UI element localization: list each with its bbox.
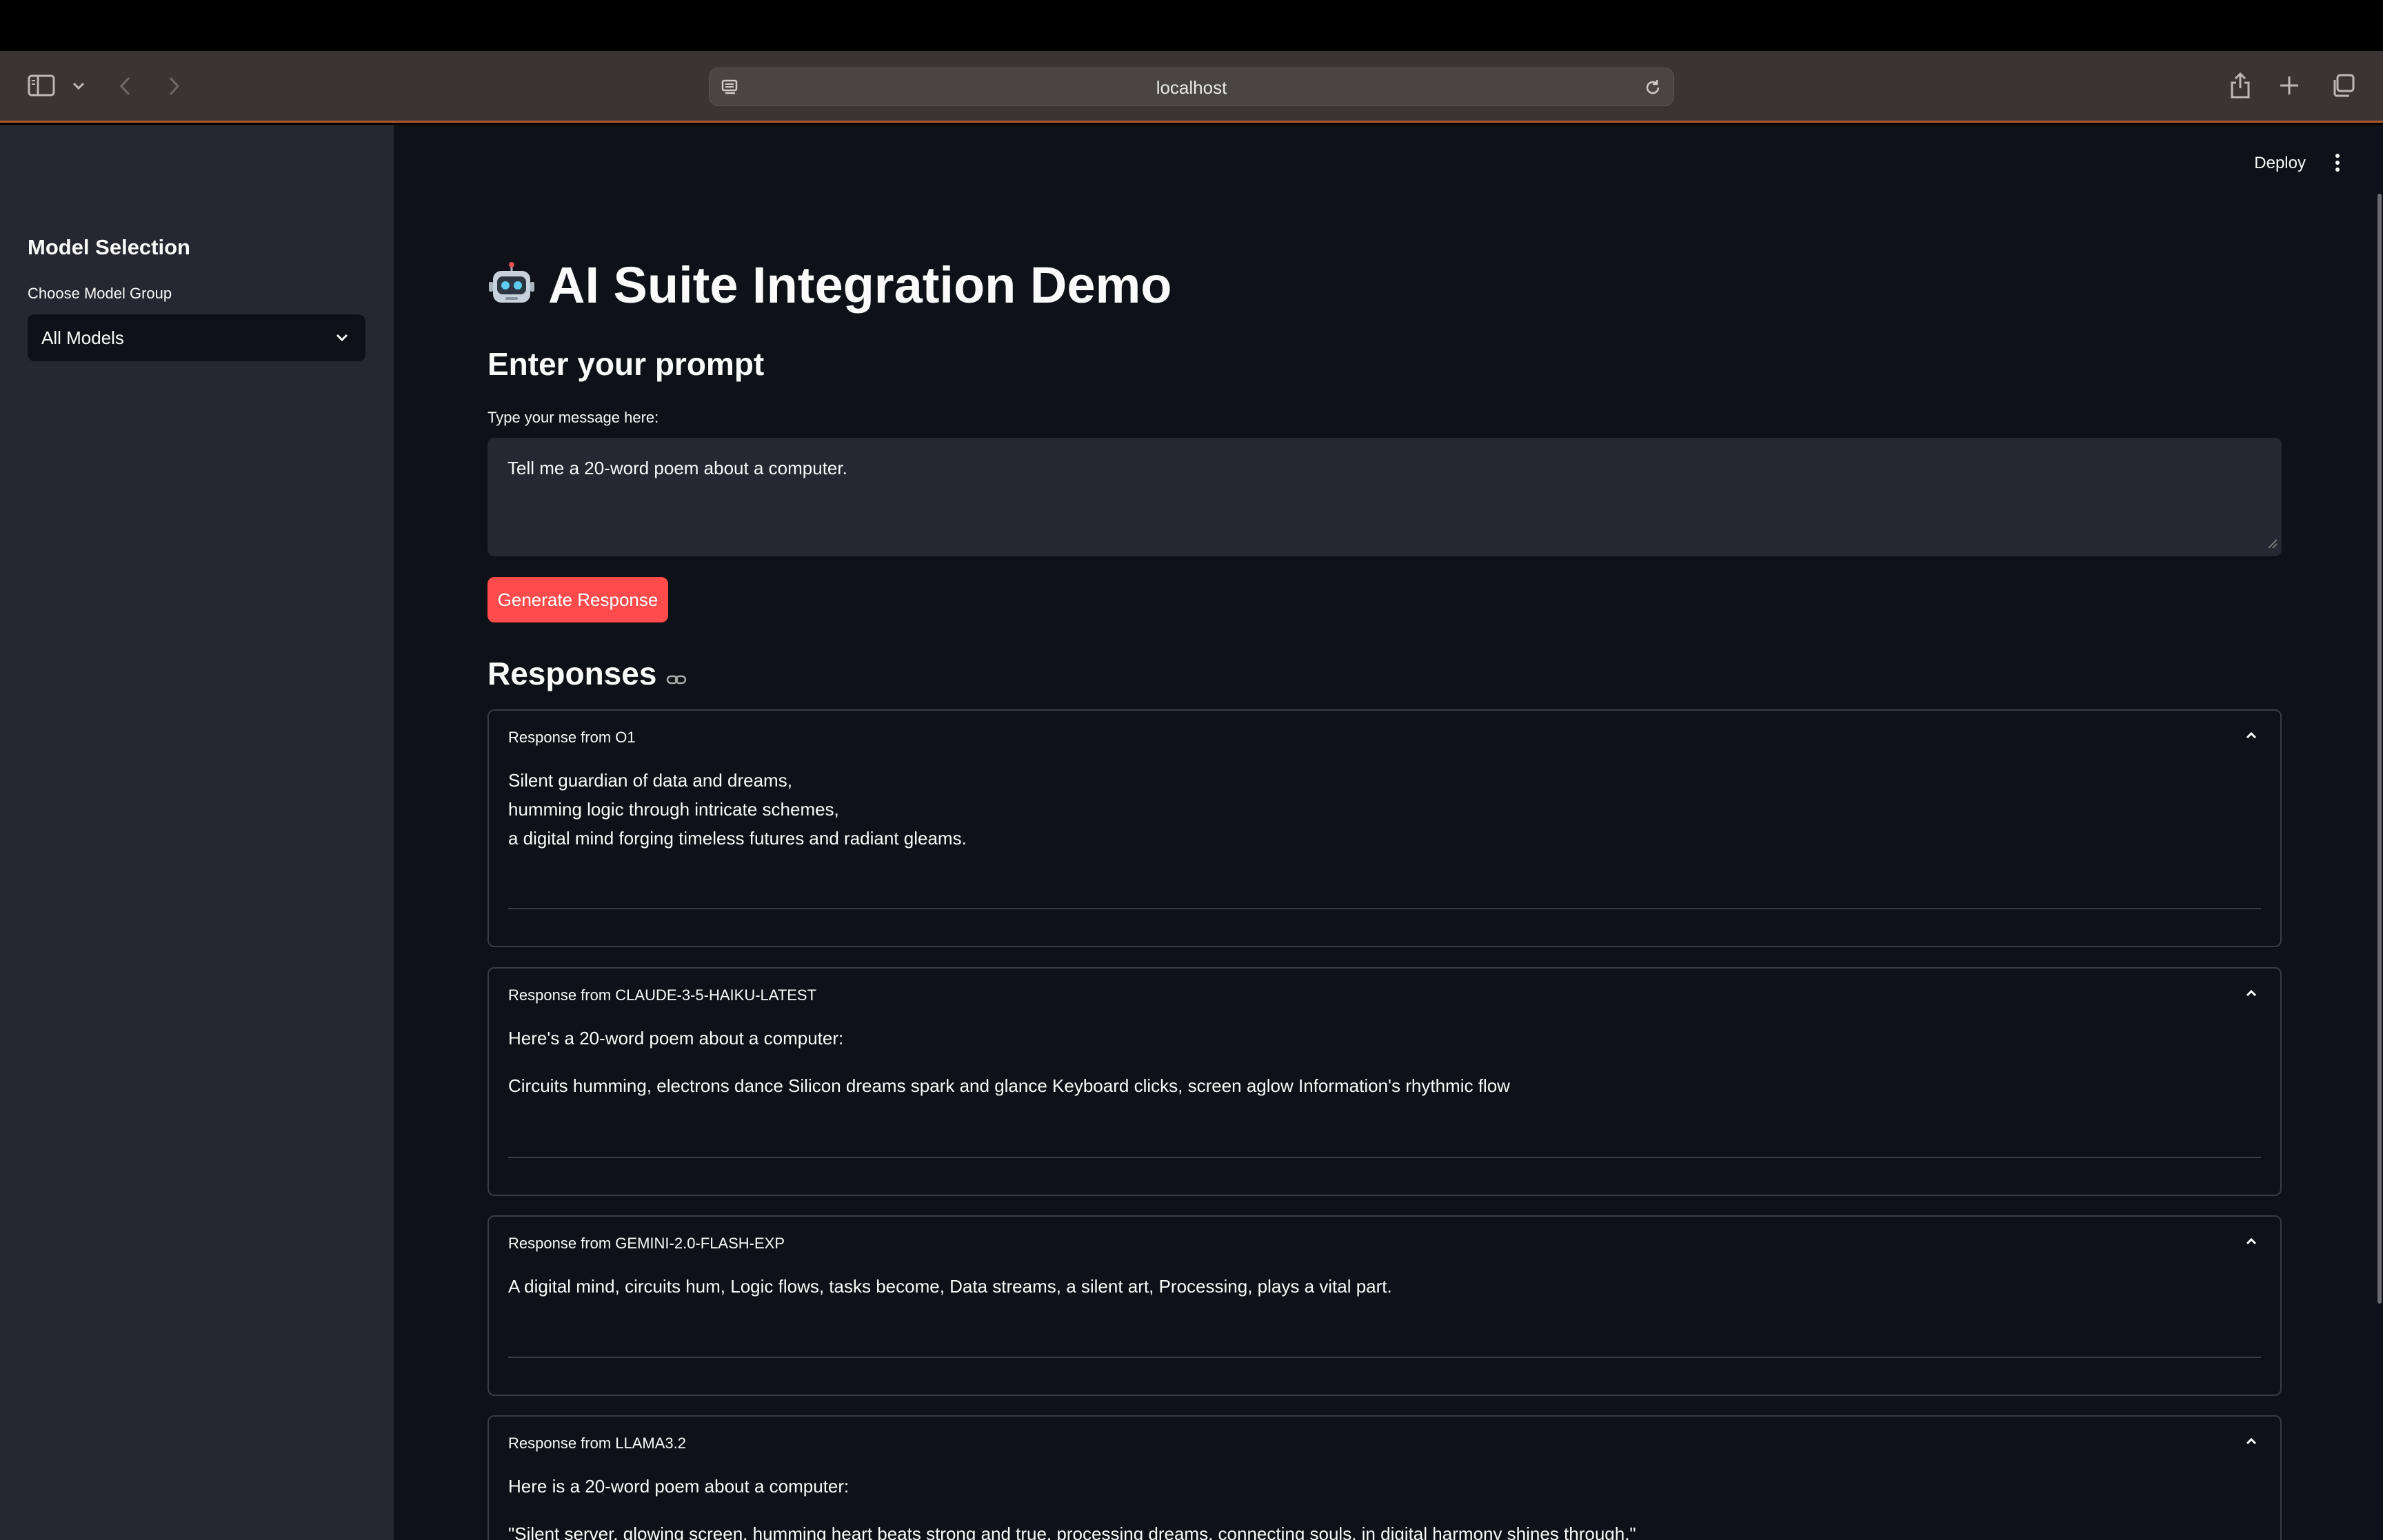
scrollbar-thumb[interactable] <box>2377 194 2382 1304</box>
response-line: A digital mind, circuits hum, Logic flow… <box>508 1276 1392 1297</box>
prompt-heading: Enter your prompt <box>487 346 765 382</box>
divider <box>508 1357 2261 1358</box>
new-tab-icon[interactable] <box>2278 74 2300 97</box>
response-body: Here's a 20-word poem about a computer: … <box>508 1024 2261 1100</box>
generate-response-button[interactable]: Generate Response <box>487 577 668 622</box>
model-group-label: Choose Model Group <box>28 285 172 302</box>
response-body: Silent guardian of data and dreams, humm… <box>508 766 2261 853</box>
response-expander[interactable]: Response from CLAUDE-3-5-HAIKU-LATEST He… <box>487 967 2282 1196</box>
response-line: "Silent server, glowing screen, humming … <box>508 1523 1636 1540</box>
chevron-up-icon[interactable] <box>2243 986 2260 1004</box>
response-body: Here is a 20-word poem about a computer:… <box>508 1472 2261 1540</box>
chevron-down-icon[interactable] <box>72 81 86 91</box>
response-label: Response from O1 <box>508 729 636 746</box>
forward-icon[interactable] <box>168 76 181 97</box>
anchor-link-icon[interactable] <box>666 657 687 694</box>
response-line: Circuits humming, electrons dance Silico… <box>508 1075 1510 1096</box>
deploy-button[interactable]: Deploy <box>2254 154 2306 173</box>
message-input[interactable]: Tell me a 20-word poem about a computer. <box>487 438 2282 556</box>
model-group-value: All Models <box>41 327 124 348</box>
message-input-label: Type your message here: <box>487 409 659 426</box>
chevron-up-icon[interactable] <box>2243 1435 2260 1452</box>
response-line: humming logic through intricate schemes, <box>508 799 839 820</box>
chevron-down-icon <box>334 330 350 349</box>
divider <box>508 1157 2261 1158</box>
resize-handle-icon[interactable] <box>2266 537 2278 553</box>
response-body: A digital mind, circuits hum, Logic flow… <box>508 1272 2261 1301</box>
sidebar-title: Model Selection <box>28 235 190 259</box>
message-input-value: Tell me a 20-word poem about a computer. <box>507 458 847 478</box>
response-expander[interactable]: Response from LLAMA3.2 Here is a 20-word… <box>487 1415 2282 1540</box>
browser-toolbar: localhost <box>0 51 2383 123</box>
more-options-icon[interactable] <box>2333 152 2342 176</box>
address-bar[interactable]: localhost <box>709 68 1674 106</box>
url-text: localhost <box>1156 77 1227 98</box>
chevron-up-icon[interactable] <box>2243 1235 2260 1252</box>
responses-heading: Responses <box>487 653 687 694</box>
response-label: Response from GEMINI-2.0-FLASH-EXP <box>508 1235 785 1252</box>
scrollbar[interactable] <box>2376 194 2383 1304</box>
screen-top-band <box>0 0 2383 51</box>
share-icon[interactable] <box>2229 72 2252 99</box>
response-expander[interactable]: Response from O1 Silent guardian of data… <box>487 709 2282 947</box>
reload-icon[interactable] <box>1643 78 1662 101</box>
response-line: Silent guardian of data and dreams, <box>508 770 792 791</box>
model-group-select[interactable]: All Models <box>28 314 365 361</box>
page-title-text: AI Suite Integration Demo <box>548 256 1172 314</box>
response-line: a digital mind forging timeless futures … <box>508 828 967 849</box>
response-line: Here's a 20-word poem about a computer: <box>508 1028 844 1048</box>
chevron-up-icon[interactable] <box>2243 729 2260 746</box>
divider <box>508 908 2261 909</box>
responses-heading-text: Responses <box>487 656 657 691</box>
page-title: AI Suite Integration Demo <box>487 256 1172 314</box>
sidebar: Model Selection Choose Model Group All M… <box>0 125 394 1540</box>
response-expander[interactable]: Response from GEMINI-2.0-FLASH-EXP A dig… <box>487 1215 2282 1396</box>
tab-overview-icon[interactable] <box>2331 73 2355 98</box>
response-label: Response from LLAMA3.2 <box>508 1435 687 1452</box>
sidebar-toggle-icon[interactable] <box>28 74 55 97</box>
response-line: Here is a 20-word poem about a computer: <box>508 1476 849 1497</box>
main-area: Deploy AI Suite Integration Demo Enter y… <box>394 125 2383 1540</box>
response-label: Response from CLAUDE-3-5-HAIKU-LATEST <box>508 986 817 1004</box>
robot-icon <box>487 261 536 310</box>
back-icon[interactable] <box>119 76 131 97</box>
